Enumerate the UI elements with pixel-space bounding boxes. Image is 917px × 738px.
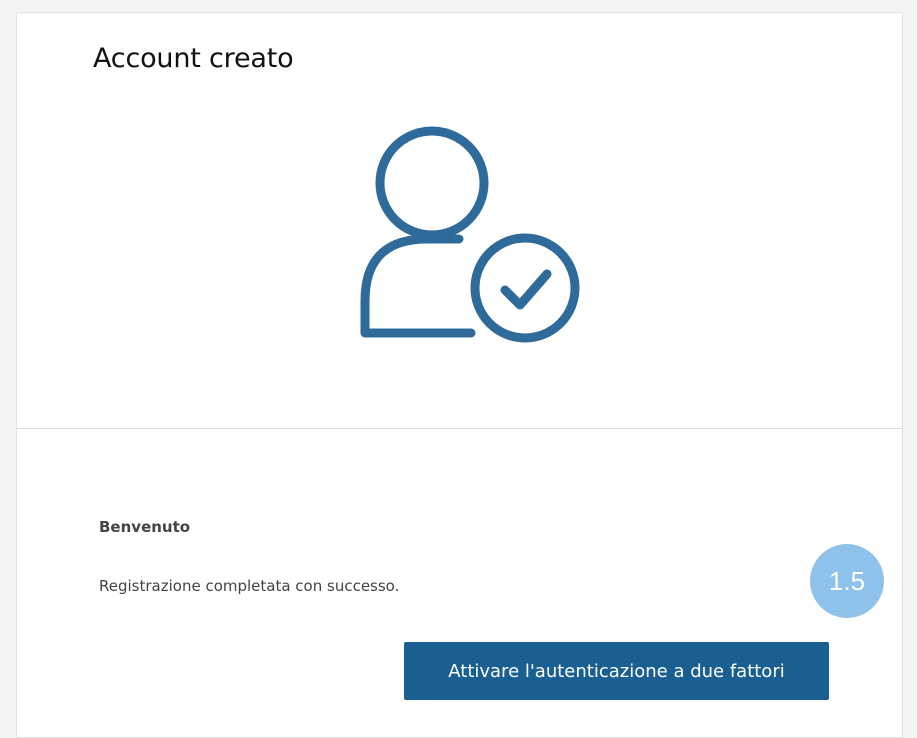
account-created-card: Account creato Benvenuto Registrazione c…	[16, 12, 903, 738]
card-header-section: Account creato	[17, 13, 902, 429]
page-title: Account creato	[93, 43, 294, 74]
welcome-heading: Benvenuto	[99, 518, 191, 536]
success-message: Registrazione completata con successo.	[99, 577, 400, 595]
step-badge: 1.5	[810, 544, 884, 618]
user-check-icon	[360, 126, 580, 343]
enable-2fa-button[interactable]: Attivare l'autenticazione a due fattori	[404, 642, 829, 700]
